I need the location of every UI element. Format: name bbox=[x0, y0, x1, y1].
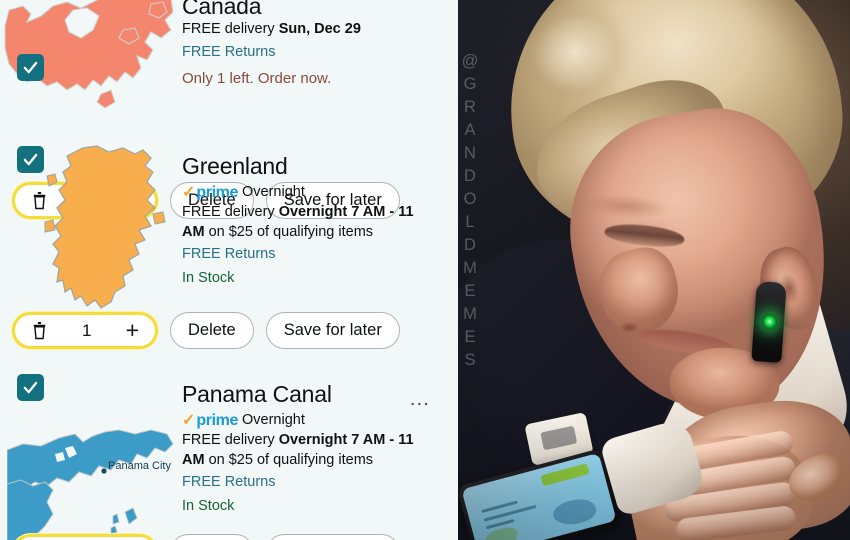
delivery-prefix: FREE delivery bbox=[182, 432, 279, 449]
phone-ui-shape bbox=[551, 495, 599, 530]
increment-icon[interactable]: + bbox=[126, 319, 139, 342]
quantity-value: 1 bbox=[82, 320, 92, 340]
delivery-estimate: FREE delivery Sun, Dec 29 bbox=[182, 20, 361, 39]
delivery-estimate: FREE delivery Overnight 7 AM - 11 AM on … bbox=[182, 203, 432, 242]
prime-check-icon: ✓ bbox=[182, 183, 196, 201]
save-for-later-button[interactable]: Save for later bbox=[265, 312, 400, 349]
save-for-later-button[interactable]: Save for later bbox=[265, 534, 400, 540]
meme-image: Canada FREE delivery Sun, Dec 29 FREE Re… bbox=[0, 0, 850, 540]
free-returns-link[interactable]: FREE Returns bbox=[182, 244, 432, 264]
product-title[interactable]: Greenland bbox=[182, 153, 432, 179]
cart-item-panama-canal: Panama City Panama Canal ... ✓ prime Ove… bbox=[0, 368, 458, 540]
prime-speed-label: Overnight bbox=[241, 412, 305, 429]
prime-check-icon: ✓ bbox=[182, 411, 196, 429]
item-select-checkbox[interactable] bbox=[17, 54, 44, 81]
delivery-suffix: on $25 of qualifying items bbox=[204, 451, 374, 468]
phone-ui-green-bar bbox=[540, 463, 590, 487]
cart-item-greenland: Greenland ✓ prime Overnight FREE deliver… bbox=[0, 140, 458, 349]
stock-status: In Stock bbox=[182, 498, 235, 515]
stock-status: Only 1 left. Order now. bbox=[182, 69, 332, 87]
trash-glyph bbox=[33, 322, 46, 340]
stock-status: In Stock bbox=[182, 270, 235, 287]
lapel-microphone bbox=[751, 281, 787, 363]
prime-wordmark: prime bbox=[196, 412, 238, 430]
prime-badge: ✓ prime Overnight bbox=[182, 411, 432, 430]
nostril bbox=[616, 321, 643, 334]
item-body: Greenland ✓ prime Overnight FREE deliver… bbox=[0, 140, 458, 320]
quantity-stepper[interactable]: 1 + bbox=[12, 534, 158, 540]
watermark-text: @GRANDOLDMEMES bbox=[461, 52, 479, 374]
item-select-checkbox[interactable] bbox=[17, 146, 44, 173]
quantity-stepper[interactable]: 1 + bbox=[12, 312, 158, 349]
trash-icon[interactable] bbox=[31, 321, 48, 340]
delete-button[interactable]: Delete bbox=[170, 534, 254, 540]
item-details: Greenland ✓ prime Overnight FREE deliver… bbox=[178, 140, 432, 289]
item-actions: 1 + Delete Save for later bbox=[12, 534, 400, 540]
item-details: Canada FREE delivery Sun, Dec 29 FREE Re… bbox=[178, 0, 361, 89]
product-title[interactable]: Canada bbox=[182, 0, 361, 19]
item-body: Canada FREE delivery Sun, Dec 29 FREE Re… bbox=[0, 0, 458, 114]
delivery-prefix: FREE delivery bbox=[182, 204, 279, 221]
prime-wordmark: prime bbox=[196, 184, 238, 202]
photo-panel: @GRANDOLDMEMES bbox=[458, 0, 850, 540]
checkmark-icon bbox=[23, 61, 38, 74]
panama-canal-map-icon: Panama City bbox=[7, 429, 174, 540]
prime-speed-label: Overnight bbox=[241, 184, 305, 201]
item-details: Panama Canal ... ✓ prime Overnight FREE … bbox=[178, 368, 432, 517]
checkmark-icon bbox=[23, 381, 38, 394]
item-overflow-menu-icon[interactable]: ... bbox=[410, 390, 430, 409]
prime-badge: ✓ prime Overnight bbox=[182, 183, 432, 202]
delivery-suffix: on $25 of qualifying items bbox=[204, 223, 374, 240]
delete-button[interactable]: Delete bbox=[170, 312, 254, 349]
item-actions: 1 + Delete Save for later bbox=[12, 312, 400, 349]
delivery-window: Sun, Dec 29 bbox=[278, 21, 361, 38]
cart-item-canada: Canada FREE delivery Sun, Dec 29 FREE Re… bbox=[0, 0, 458, 219]
product-title[interactable]: Panama Canal bbox=[182, 381, 432, 407]
microphone-led-indicator bbox=[761, 313, 778, 330]
item-select-checkbox[interactable] bbox=[17, 374, 44, 401]
item-body: Panama City Panama Canal ... ✓ prime Ove… bbox=[0, 368, 458, 540]
free-returns-link[interactable]: FREE Returns bbox=[182, 42, 361, 62]
checkmark-icon bbox=[23, 153, 38, 166]
greenland-map-icon bbox=[44, 145, 166, 309]
delivery-estimate: FREE delivery Overnight 7 AM - 11 AM on … bbox=[182, 431, 432, 470]
delivery-prefix: FREE delivery bbox=[182, 21, 279, 38]
free-returns-link[interactable]: FREE Returns bbox=[182, 472, 432, 492]
amazon-cart-panel: Canada FREE delivery Sun, Dec 29 FREE Re… bbox=[0, 0, 458, 540]
map-city-label: Panama City bbox=[108, 460, 171, 472]
photo-stage: @GRANDOLDMEMES bbox=[458, 0, 850, 540]
